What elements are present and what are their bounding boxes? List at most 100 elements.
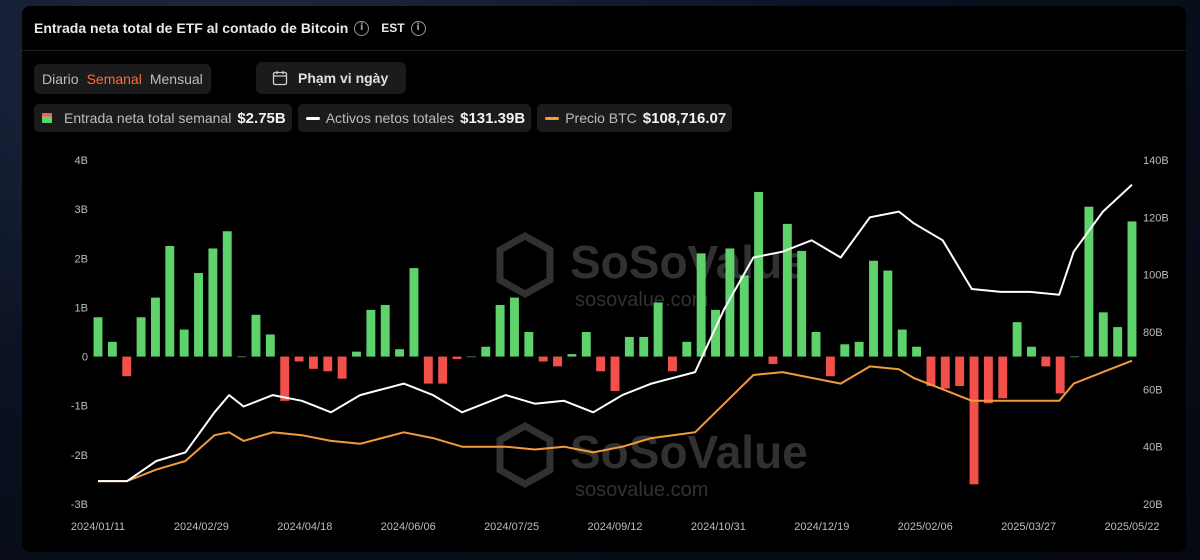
inflow-bar xyxy=(754,191,764,357)
watermark-url: sosovalue.com xyxy=(575,479,708,501)
outflow-bar xyxy=(610,356,620,391)
watermark-logo-icon xyxy=(496,421,554,489)
y-right-tick-label: 80B xyxy=(1143,327,1163,339)
outflow-bar xyxy=(983,356,993,404)
period-daily[interactable]: Diario xyxy=(38,71,83,87)
inflow-bar xyxy=(265,334,275,357)
inflow-bar xyxy=(739,275,749,357)
y-right-tick-label: 40B xyxy=(1143,442,1163,454)
inflow-bar xyxy=(811,332,821,357)
y-left-tick-label: -1B xyxy=(71,401,88,413)
y-left-tick-label: -2B xyxy=(71,450,88,462)
inflow-bar xyxy=(782,223,792,357)
inflow-bar xyxy=(897,329,907,357)
outflow-bar xyxy=(337,356,347,379)
line-swatch-icon xyxy=(305,116,320,120)
date-range-button[interactable]: Phạm vi ngày xyxy=(256,62,406,94)
inflow-bar xyxy=(409,268,419,357)
watermark-logo-icon xyxy=(496,231,554,299)
outflow-bar xyxy=(553,356,562,367)
outflow-bar xyxy=(1041,356,1051,367)
y-right-tick-label: 100B xyxy=(1143,270,1169,282)
line-swatch-icon xyxy=(545,116,560,120)
legend-value: $2.75B xyxy=(237,109,286,127)
inflow-bar xyxy=(93,317,103,357)
inflow-bar xyxy=(639,336,649,357)
inflow-bar xyxy=(380,304,390,357)
outflow-bar xyxy=(423,356,433,384)
y-right-tick-label: 120B xyxy=(1143,212,1169,224)
outflow-bar xyxy=(969,356,979,485)
y-right-tick-label: 140B xyxy=(1143,155,1169,167)
inflow-bar xyxy=(194,273,203,357)
period-monthly[interactable]: Mensual xyxy=(146,71,207,87)
y-left-tick-label: 2B xyxy=(75,253,88,265)
legend-weekly-inflow[interactable]: Entrada neta total semanal $2.75B xyxy=(34,104,292,132)
y-left-tick-label: 3B xyxy=(75,204,88,216)
legend-label: Entrada neta total semanal xyxy=(64,110,232,126)
x-tick-label: 2024/10/31 xyxy=(691,521,746,533)
legend-value: $108,716.07 xyxy=(642,109,727,127)
outflow-bar xyxy=(280,356,290,401)
timezone-info-icon[interactable]: i xyxy=(410,20,426,36)
inflow-bar xyxy=(208,248,218,357)
outflow-bar xyxy=(1055,356,1065,394)
outflow-bar xyxy=(955,356,965,387)
inflow-bar xyxy=(1098,312,1108,357)
inflow-bar xyxy=(481,346,491,357)
inflow-bar xyxy=(581,332,591,357)
x-tick-label: 2025/05/22 xyxy=(1104,521,1159,533)
inflow-bar xyxy=(653,302,663,357)
inflow-bar xyxy=(395,349,405,357)
period-weekly[interactable]: Semanal xyxy=(83,71,146,87)
x-tick-label: 2024/01/11 xyxy=(71,521,125,533)
inflow-bar xyxy=(179,329,189,357)
x-tick-label: 2024/07/25 xyxy=(484,521,539,533)
inflow-bar xyxy=(237,356,247,358)
bar-swatch-icon xyxy=(42,113,52,123)
outflow-bar xyxy=(825,356,835,377)
inflow-bar xyxy=(150,297,160,357)
inflow-bar xyxy=(682,341,692,357)
calendar-icon xyxy=(272,71,288,86)
inflow-bar xyxy=(165,246,175,357)
chart-legend: Entrada neta total semanal $2.75B Activo… xyxy=(34,104,733,132)
x-tick-label: 2024/12/19 xyxy=(794,521,849,533)
inflow-bar xyxy=(466,356,476,358)
inflow-bar xyxy=(495,304,505,357)
y-left-tick-label: -3B xyxy=(71,499,88,511)
outflow-bar xyxy=(122,356,132,377)
legend-btc-price[interactable]: Precio BTC $108,716.07 xyxy=(537,104,733,132)
inflow-bar xyxy=(524,332,534,357)
inflow-bar xyxy=(1012,322,1022,357)
inflow-bar xyxy=(107,341,117,357)
inflow-bar xyxy=(883,270,893,357)
y-right-tick-label: 60B xyxy=(1143,384,1163,396)
inflow-bar xyxy=(696,253,706,357)
inflow-bar xyxy=(1027,346,1036,357)
chart-panel: Entrada neta total de ETF al contado de … xyxy=(22,6,1186,552)
outflow-bar xyxy=(538,356,548,362)
x-tick-label: 2025/02/06 xyxy=(898,521,953,533)
date-range-label: Phạm vi ngày xyxy=(298,70,389,86)
inflow-bar xyxy=(854,341,864,357)
y-left-tick-label: 4B xyxy=(75,155,88,167)
inflow-bar xyxy=(1127,221,1137,357)
panel-header: Entrada neta total de ETF al contado de … xyxy=(22,6,1186,51)
inflow-bar xyxy=(251,314,261,357)
legend-net-assets[interactable]: Activos netos totales $131.39B xyxy=(297,104,532,132)
inflow-bar xyxy=(352,351,361,357)
info-icon[interactable]: i xyxy=(354,20,370,36)
outflow-bar xyxy=(294,356,304,362)
inflow-bar xyxy=(567,354,577,357)
outflow-bar xyxy=(438,356,448,384)
outflow-bar xyxy=(926,356,936,387)
page-title: Entrada neta total de ETF al contado de … xyxy=(34,20,349,36)
x-tick-label: 2024/06/06 xyxy=(381,521,436,533)
inflow-bar xyxy=(222,231,232,357)
y-left-tick-label: 0 xyxy=(82,352,88,364)
inflow-bar xyxy=(840,344,850,357)
outflow-bar xyxy=(667,356,677,372)
inflow-bar xyxy=(797,250,807,357)
watermark-url: sosovalue.com xyxy=(575,289,708,311)
